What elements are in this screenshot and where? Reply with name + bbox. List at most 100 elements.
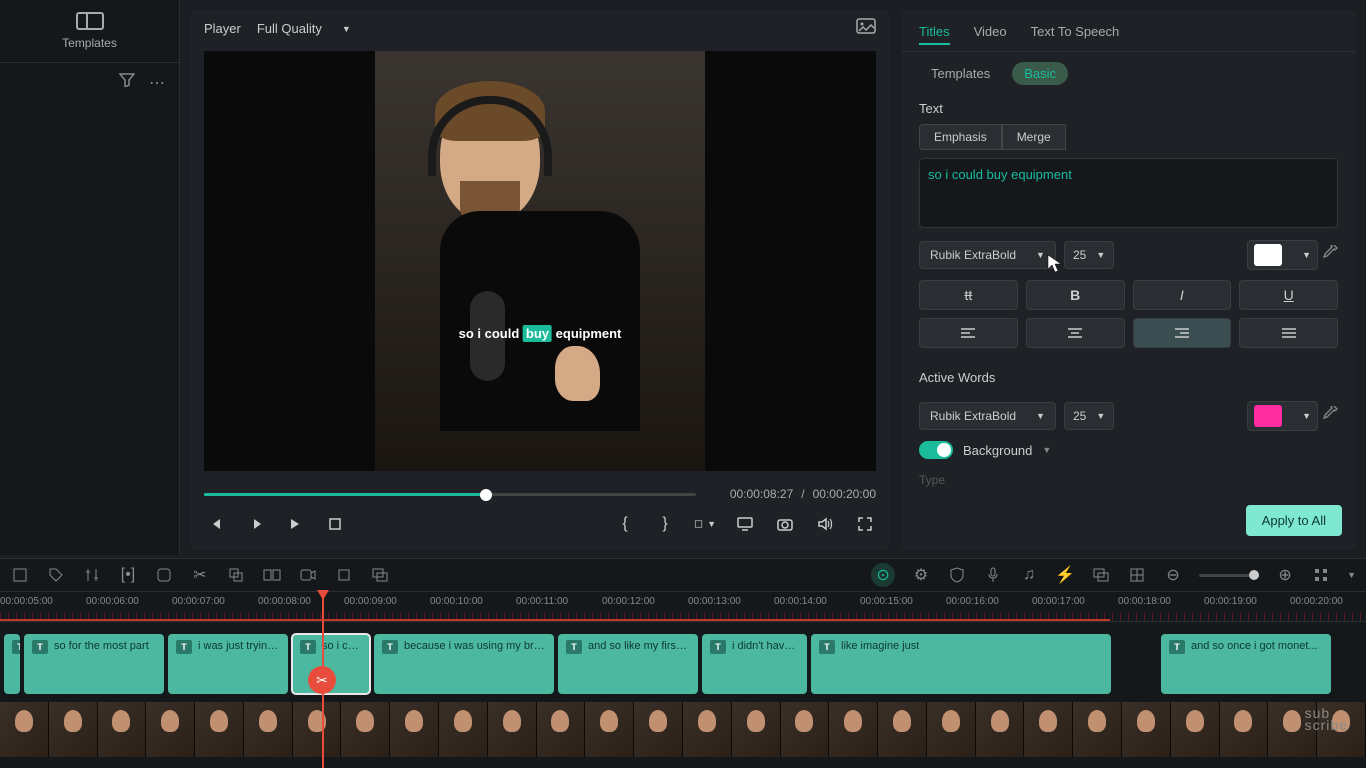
filter-icon[interactable] — [119, 73, 135, 93]
tool-adjust-icon[interactable] — [82, 565, 102, 585]
zoom-in-button[interactable]: ⊕ — [1275, 565, 1295, 585]
zoom-out-button[interactable]: ⊖ — [1163, 565, 1183, 585]
active-size-select[interactable]: 25▼ — [1064, 402, 1114, 430]
emphasis-button[interactable]: Emphasis — [919, 124, 1002, 150]
merge-button[interactable]: Merge — [1002, 124, 1066, 150]
chevron-down-icon[interactable]: ▼ — [1347, 570, 1356, 580]
tool-record-icon[interactable] — [298, 565, 318, 585]
caption-text-input[interactable]: so i could buy equipment — [919, 158, 1338, 228]
active-color-picker[interactable]: ▼ — [1247, 401, 1318, 431]
video-thumbnail[interactable] — [732, 702, 781, 757]
zoom-slider[interactable] — [1199, 574, 1259, 577]
video-thumbnail[interactable] — [98, 702, 147, 757]
tool-overlay-icon[interactable] — [1091, 565, 1111, 585]
tab-video[interactable]: Video — [974, 20, 1007, 45]
font-size-select[interactable]: 25▼ — [1064, 241, 1114, 269]
volume-icon[interactable] — [814, 513, 836, 535]
video-thumbnail[interactable] — [1073, 702, 1122, 757]
quality-dropdown[interactable]: Full Quality▼ — [257, 21, 351, 36]
timeline-ruler[interactable]: 00:00:05:0000:00:06:0000:00:07:0000:00:0… — [0, 592, 1366, 622]
tab-tts[interactable]: Text To Speech — [1031, 20, 1120, 45]
video-preview[interactable]: so i could buy equipment — [204, 51, 876, 471]
align-center-button[interactable] — [1026, 318, 1125, 348]
timeline-clip[interactable]: T... — [4, 634, 20, 694]
active-font-select[interactable]: Rubik ExtraBold▼ — [919, 402, 1056, 430]
video-thumbnail[interactable] — [0, 702, 49, 757]
tool-scissors-icon[interactable]: ✂ — [190, 565, 210, 585]
video-thumbnail[interactable] — [829, 702, 878, 757]
video-thumbnail[interactable] — [341, 702, 390, 757]
video-thumbnail[interactable] — [439, 702, 488, 757]
tool-grid-icon[interactable] — [1127, 565, 1147, 585]
video-thumbnail[interactable] — [1220, 702, 1269, 757]
video-thumbnail[interactable] — [195, 702, 244, 757]
timeline-clip[interactable]: Tand so like my first ... — [558, 634, 698, 694]
timeline-clip[interactable]: Tlike imagine just — [811, 634, 1111, 694]
next-frame-button[interactable] — [284, 513, 306, 535]
prev-frame-button[interactable] — [204, 513, 226, 535]
align-justify-button[interactable] — [1239, 318, 1338, 348]
chevron-down-icon[interactable]: ▼ — [1042, 445, 1051, 455]
more-icon[interactable]: ⋯ — [149, 73, 165, 93]
subtab-templates[interactable]: Templates — [919, 62, 1002, 85]
video-thumbnail[interactable] — [49, 702, 98, 757]
tool-ai-icon[interactable]: ⊙ — [871, 563, 895, 587]
eyedropper-icon[interactable] — [1322, 245, 1338, 266]
video-thumbnail[interactable] — [976, 702, 1025, 757]
font-family-select[interactable]: Rubik ExtraBold▼ — [919, 241, 1056, 269]
video-thumbnail[interactable] — [390, 702, 439, 757]
image-overlay-icon[interactable] — [856, 18, 876, 39]
align-right-button[interactable] — [1133, 318, 1232, 348]
video-thumbnail[interactable] — [781, 702, 830, 757]
text-color-picker[interactable]: ▼ — [1247, 240, 1318, 270]
video-thumbnail[interactable] — [537, 702, 586, 757]
playhead[interactable]: ✂ — [322, 592, 324, 768]
video-thumbnail[interactable] — [1171, 702, 1220, 757]
tool-robot-icon[interactable]: ⚡ — [1055, 565, 1075, 585]
subtab-basic[interactable]: Basic — [1012, 62, 1068, 85]
cut-badge-icon[interactable]: ✂ — [308, 666, 336, 694]
display-icon[interactable] — [734, 513, 756, 535]
strikethrough-button[interactable]: tt — [919, 280, 1018, 310]
bold-button[interactable]: B — [1026, 280, 1125, 310]
scrub-thumb[interactable] — [480, 489, 492, 501]
tool-gear-icon[interactable]: ⚙ — [911, 565, 931, 585]
tab-titles[interactable]: Titles — [919, 20, 950, 45]
video-thumbnail[interactable] — [293, 702, 342, 757]
timeline-clip[interactable]: Tand so once i got monet... — [1161, 634, 1331, 694]
tool-music-icon[interactable]: ♫ — [1019, 565, 1039, 585]
tool-grid-view-icon[interactable] — [1311, 565, 1331, 585]
timeline-clip[interactable]: Ti was just trying ... — [168, 634, 288, 694]
tool-shield-icon[interactable] — [947, 565, 967, 585]
active-eyedropper-icon[interactable] — [1322, 406, 1338, 427]
tool-copy-icon[interactable] — [226, 565, 246, 585]
tool-mic-icon[interactable] — [983, 565, 1003, 585]
brace-open-icon[interactable]: { — [614, 513, 636, 535]
underline-button[interactable]: U — [1239, 280, 1338, 310]
timeline-clip[interactable]: Ti didn't have ... — [702, 634, 807, 694]
video-thumbnail[interactable] — [927, 702, 976, 757]
align-left-button[interactable] — [919, 318, 1018, 348]
stop-button[interactable] — [324, 513, 346, 535]
apply-all-button[interactable]: Apply to All — [1246, 505, 1342, 536]
tool-frame-icon[interactable] — [10, 565, 30, 585]
play-button[interactable] — [244, 513, 266, 535]
tool-layers-icon[interactable] — [370, 565, 390, 585]
templates-nav[interactable]: Templates — [0, 0, 179, 63]
video-thumbnail[interactable] — [683, 702, 732, 757]
tool-rounded-icon[interactable] — [154, 565, 174, 585]
video-thumbnail[interactable] — [585, 702, 634, 757]
video-thumbnail[interactable] — [1024, 702, 1073, 757]
timeline-clip[interactable]: Tbecause i was using my bro... — [374, 634, 554, 694]
tool-swap-icon[interactable] — [262, 565, 282, 585]
tool-tag-icon[interactable] — [46, 565, 66, 585]
italic-button[interactable]: I — [1133, 280, 1232, 310]
background-toggle[interactable] — [919, 441, 953, 459]
video-thumbnail[interactable] — [878, 702, 927, 757]
crop-dropdown[interactable]: ▼ — [694, 513, 716, 535]
tool-crop-icon[interactable] — [334, 565, 354, 585]
brace-close-icon[interactable]: } — [654, 513, 676, 535]
snapshot-icon[interactable] — [774, 513, 796, 535]
timeline-clip[interactable]: Tso for the most part — [24, 634, 164, 694]
fullscreen-icon[interactable] — [854, 513, 876, 535]
